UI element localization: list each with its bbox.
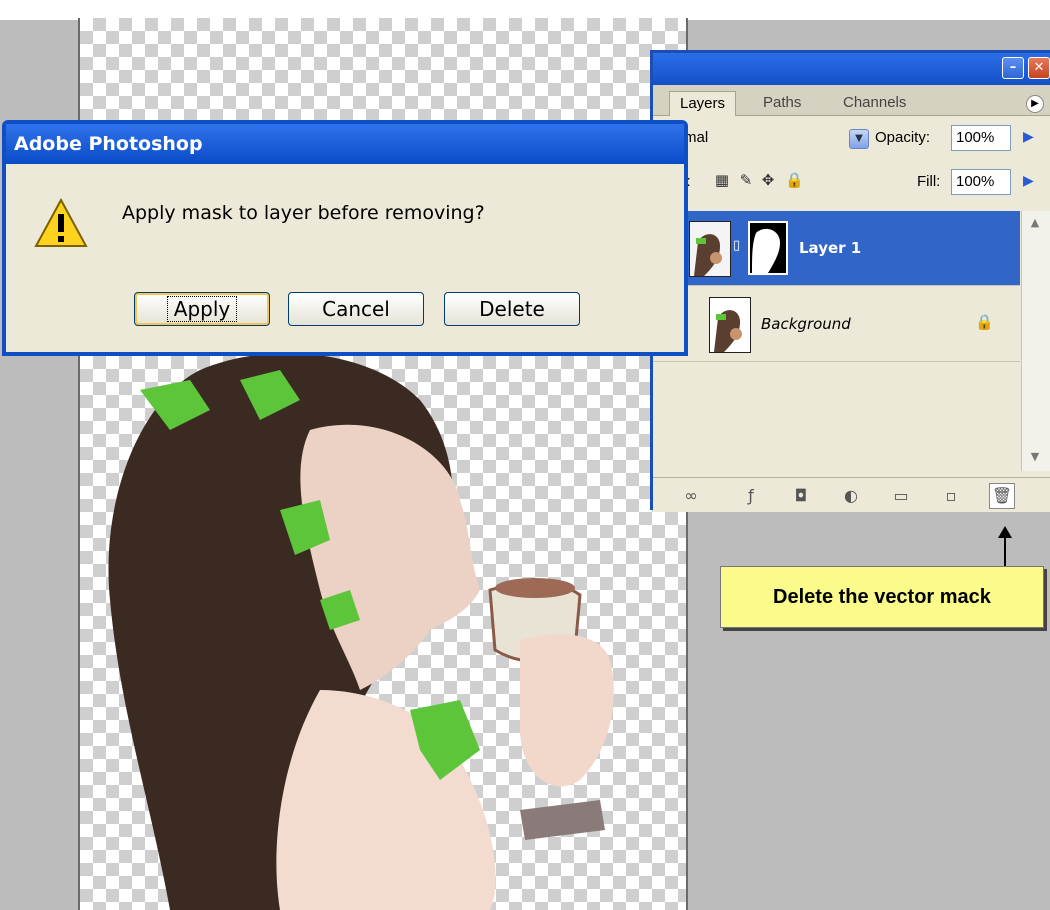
photo-woman-with-cup — [108, 353, 614, 910]
layers-bottom-toolbar: ∞ ƒ ◘ ◐ ▭ ▫ 🗑 — [653, 477, 1050, 512]
scroll-down-icon[interactable]: ▼ — [1024, 447, 1046, 467]
chevron-down-icon[interactable]: ▼ — [849, 129, 869, 149]
apply-button-label: Apply — [166, 296, 238, 322]
apply-button[interactable]: Apply — [134, 292, 270, 326]
adjustment-layer-icon[interactable]: ◐ — [839, 486, 863, 506]
top-caption-strip — [0, 0, 1050, 20]
new-group-icon[interactable]: ▭ — [889, 486, 913, 506]
layer-row-layer-1[interactable]: ▯ Layer 1 — [653, 211, 1020, 286]
background-thumbnail[interactable] — [709, 297, 751, 353]
background-name: Background — [761, 315, 851, 333]
warning-icon — [34, 198, 88, 247]
layer-1-thumbnail[interactable] — [689, 221, 731, 277]
background-lock-icon: 🔒 — [975, 313, 994, 331]
layers-list: ▯ Layer 1 Background 🔒 ▲ ▼ — [653, 211, 1050, 481]
layers-panel: – ✕ Layers Paths Channels ▶ rmal ▼ Opaci… — [650, 50, 1050, 512]
delete-button[interactable]: Delete — [444, 292, 580, 326]
add-mask-icon[interactable]: ◘ — [789, 486, 813, 506]
opacity-slider-arrow-icon[interactable]: ▶ — [1023, 129, 1034, 145]
callout-arrow-line — [1004, 536, 1006, 566]
cancel-button[interactable]: Cancel — [288, 292, 424, 326]
trash-icon[interactable]: 🗑 — [989, 483, 1015, 509]
link-layers-icon[interactable]: ∞ — [679, 486, 703, 506]
layer-row-background[interactable]: Background 🔒 — [653, 287, 1020, 362]
layer-style-icon[interactable]: ƒ — [739, 486, 763, 506]
tab-channels[interactable]: Channels — [833, 91, 916, 115]
callout-note: Delete the vector mack — [720, 566, 1044, 628]
scroll-up-icon[interactable]: ▲ — [1024, 213, 1046, 233]
panel-titlebar[interactable]: – ✕ — [653, 53, 1050, 85]
mask-link-icon[interactable]: ▯ — [733, 238, 740, 253]
fill-label: Fill: — [917, 173, 941, 190]
adobe-photoshop-dialog: Adobe Photoshop Apply mask to layer befo… — [2, 120, 688, 356]
tab-paths[interactable]: Paths — [753, 91, 811, 115]
blend-opacity-row: rmal ▼ Opacity: 100% ▶ — [653, 121, 1050, 155]
close-button[interactable]: ✕ — [1028, 57, 1050, 79]
lock-transparent-icon[interactable]: ▦ — [713, 171, 731, 189]
layers-scrollbar[interactable]: ▲ ▼ — [1021, 211, 1050, 471]
lock-all-icon[interactable]: 🔒 — [785, 171, 804, 189]
minimize-button[interactable]: – — [1002, 57, 1024, 79]
new-layer-icon[interactable]: ▫ — [939, 486, 963, 506]
dialog-message: Apply mask to layer before removing? — [122, 202, 485, 224]
opacity-field[interactable]: 100% — [951, 125, 1011, 151]
panel-tabs: Layers Paths Channels ▶ — [653, 85, 1050, 116]
lock-move-icon[interactable]: ✥ — [759, 171, 777, 189]
panel-menu-icon[interactable]: ▶ — [1026, 95, 1044, 113]
fill-field[interactable]: 100% — [951, 169, 1011, 195]
lock-brush-icon[interactable]: ✎ — [737, 171, 755, 189]
layer-1-name: Layer 1 — [799, 239, 862, 257]
tab-layers[interactable]: Layers — [669, 91, 737, 116]
opacity-label: Opacity: — [875, 129, 931, 146]
dialog-title[interactable]: Adobe Photoshop — [6, 124, 684, 164]
layer-1-vector-mask-thumbnail[interactable] — [748, 221, 788, 275]
fill-slider-arrow-icon[interactable]: ▶ — [1023, 173, 1034, 189]
lock-fill-row: k: ▦ ✎ ✥ 🔒 Fill: 100% ▶ — [653, 165, 1050, 199]
